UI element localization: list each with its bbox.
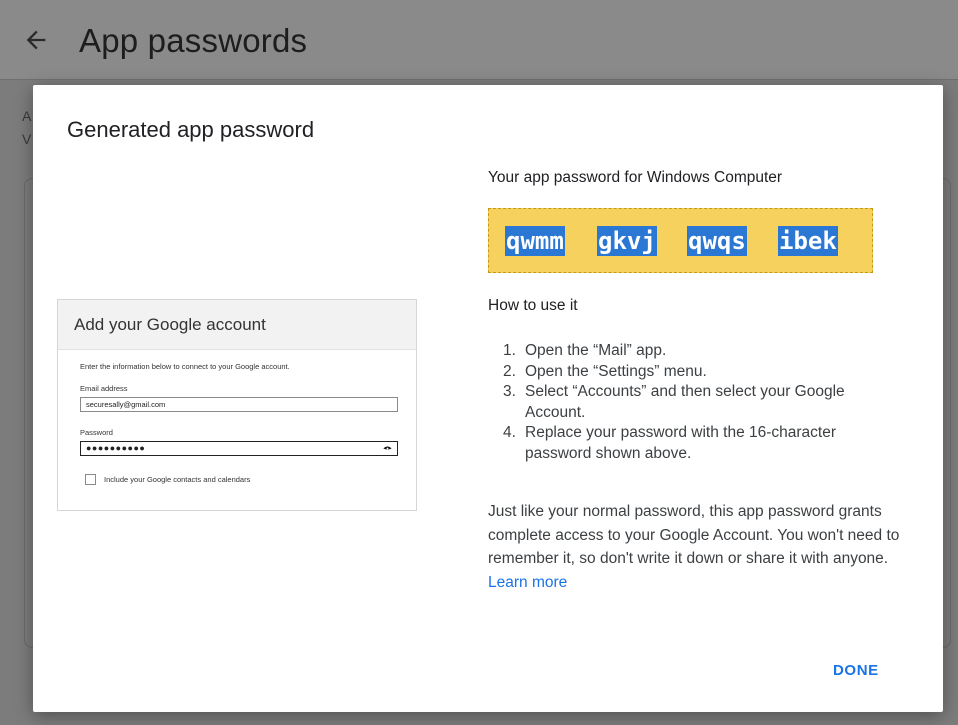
security-note: Just like your normal password, this app… [488, 500, 928, 595]
step-number: 2. [503, 362, 516, 380]
instruction-step: 1. Open the “Mail” app. [503, 341, 903, 362]
email-field: securesally@gmail.com [80, 397, 398, 412]
step-text: Open the “Settings” menu. [525, 362, 707, 380]
illustration-title: Add your Google account [58, 300, 416, 350]
password-for-label: Your app password for Windows Computer [488, 169, 783, 186]
email-value: securesally@gmail.com [86, 400, 166, 409]
step-text: Replace your password with the 16-charac… [525, 424, 837, 462]
password-chunk[interactable]: ibek [778, 226, 838, 256]
step-text: Select “Accounts” and then select your G… [525, 383, 845, 421]
checkbox-unchecked-icon [85, 474, 96, 485]
security-note-text: Just like your normal password, this app… [488, 503, 900, 568]
step-number: 4. [503, 424, 516, 442]
email-label: Email address [80, 384, 128, 393]
instruction-step: 4. Replace your password with the 16-cha… [503, 423, 903, 464]
instructions-list: 1. Open the “Mail” app. 2. Open the “Set… [503, 341, 903, 465]
top-app-bar: App passwords [0, 0, 958, 80]
step-number: 1. [503, 342, 516, 359]
instruction-step: 2. Open the “Settings” menu. [503, 362, 903, 383]
arrow-left-icon[interactable] [22, 26, 50, 54]
step-text: Open the “Mail” app. [525, 342, 667, 359]
how-to-use-heading: How to use it [488, 297, 578, 314]
password-value: ●●●●●●●●●● [86, 443, 146, 453]
step-number: 3. [503, 383, 516, 401]
instruction-step: 3. Select “Accounts” and then select you… [503, 382, 903, 423]
generated-password-dialog: Generated app password Add your Google a… [33, 85, 943, 712]
background-text: V [22, 131, 32, 147]
password-label: Password [80, 428, 113, 437]
password-field: ●●●●●●●●●● [80, 441, 398, 456]
learn-more-link[interactable]: Learn more [488, 574, 567, 591]
done-button[interactable]: DONE [829, 660, 883, 681]
app-password-box: qwmm gkvj qwqs ibek [488, 208, 873, 273]
password-chunk[interactable]: gkvj [597, 226, 657, 256]
illustration-info-text: Enter the information below to connect t… [80, 362, 290, 371]
checkbox-label: Include your Google contacts and calenda… [104, 475, 251, 484]
background-text: A [22, 108, 32, 124]
password-chunk[interactable]: qwmm [505, 226, 565, 256]
mail-setup-illustration: Add your Google account Enter the inform… [57, 299, 417, 511]
eye-icon [383, 446, 392, 450]
page-title: App passwords [79, 22, 308, 59]
dialog-title: Generated app password [67, 117, 315, 142]
password-chunk[interactable]: qwqs [687, 226, 747, 256]
